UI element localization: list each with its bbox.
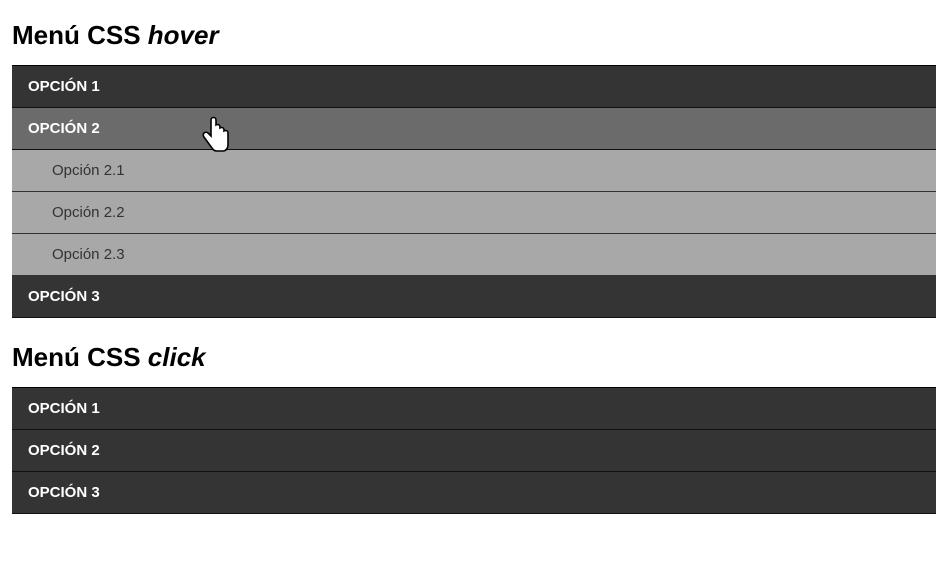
menu-click-item-1-label: OPCIÓN 1 — [28, 400, 100, 417]
heading-hover: Menú CSS hover — [12, 20, 936, 51]
menu-hover-subitem-2-2-label: Opción 2.2 — [52, 204, 125, 221]
heading-click-text: Menú CSS — [12, 342, 148, 372]
menu-hover-subitem-2-3[interactable]: Opción 2.3 — [12, 234, 936, 276]
menu-click: OPCIÓN 1 OPCIÓN 2 OPCIÓN 3 — [12, 387, 936, 514]
menu-click-item-2[interactable]: OPCIÓN 2 — [12, 430, 936, 472]
menu-hover-item-1[interactable]: OPCIÓN 1 — [12, 66, 936, 108]
menu-hover-item-3[interactable]: OPCIÓN 3 — [12, 276, 936, 318]
heading-click: Menú CSS click — [12, 342, 936, 373]
menu-hover-item-2[interactable]: OPCIÓN 2 — [12, 108, 936, 150]
pointer-hand-icon — [200, 116, 232, 154]
menu-hover-subitem-2-3-label: Opción 2.3 — [52, 246, 125, 263]
menu-hover: OPCIÓN 1 OPCIÓN 2 Opción 2.1 Opción 2.2 … — [12, 65, 936, 318]
menu-click-item-3-label: OPCIÓN 3 — [28, 484, 100, 501]
menu-hover-subitem-2-2[interactable]: Opción 2.2 — [12, 192, 936, 234]
menu-hover-item-1-label: OPCIÓN 1 — [28, 78, 100, 95]
heading-hover-text: Menú CSS — [12, 20, 148, 50]
menu-hover-subitem-2-1[interactable]: Opción 2.1 — [12, 150, 936, 192]
heading-click-emphasis: click — [148, 342, 206, 372]
menu-hover-subitem-2-1-label: Opción 2.1 — [52, 162, 125, 179]
menu-hover-item-3-label: OPCIÓN 3 — [28, 288, 100, 305]
menu-hover-item-2-label: OPCIÓN 2 — [28, 120, 100, 137]
menu-click-item-1[interactable]: OPCIÓN 1 — [12, 388, 936, 430]
menu-click-item-3[interactable]: OPCIÓN 3 — [12, 472, 936, 514]
menu-click-item-2-label: OPCIÓN 2 — [28, 442, 100, 459]
heading-hover-emphasis: hover — [148, 20, 219, 50]
